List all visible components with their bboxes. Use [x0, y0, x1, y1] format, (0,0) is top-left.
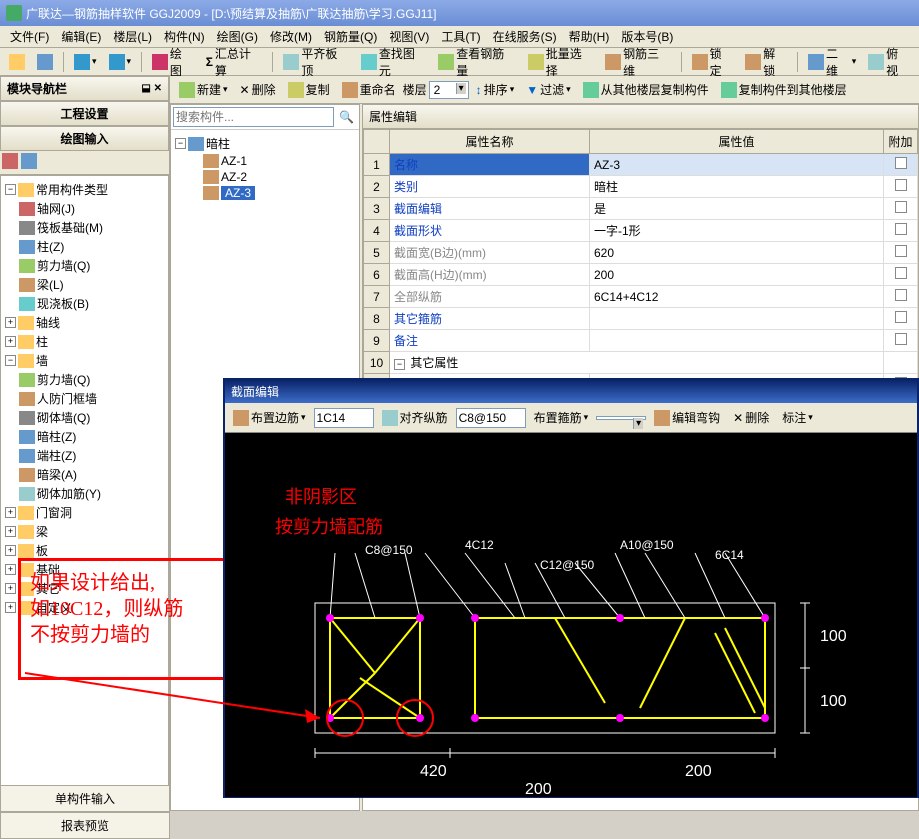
search-input[interactable]: [173, 107, 334, 127]
se-title: 截面编辑: [225, 380, 917, 403]
anno-text1: 非阴影区: [285, 483, 357, 509]
tree-col-g[interactable]: 柱: [36, 333, 48, 350]
se-hoop[interactable]: 布置箍筋▾: [529, 406, 594, 429]
se-combo[interactable]: [596, 416, 646, 420]
tb-open[interactable]: [4, 51, 30, 73]
lbl-floor: 楼层: [403, 81, 427, 98]
tab-single[interactable]: 单构件输入: [0, 785, 170, 812]
tree-raft[interactable]: 筏板基础(M): [37, 219, 103, 236]
anno-text2: 按剪力墙配筋: [275, 513, 383, 539]
col-icon[interactable]: [21, 153, 37, 169]
quick-icons: [0, 151, 169, 175]
lbl-4c12: 4C12: [465, 538, 494, 552]
wall-end-col[interactable]: 端柱(Z): [37, 447, 76, 464]
wall-shear[interactable]: 剪力墙(Q): [37, 371, 90, 388]
btn-proj[interactable]: 工程设置: [0, 101, 169, 126]
se-align[interactable]: 对齐纵筋: [377, 406, 453, 429]
pin-icon[interactable]: ⬓ ✕: [141, 83, 162, 94]
wall-hidden-beam[interactable]: 暗梁(A): [37, 466, 77, 483]
btn-draw-input[interactable]: 绘图输入: [0, 126, 169, 151]
left-panel: 模块导航栏 ⬓ ✕ 工程设置 绘图输入 − 常用构件类型 轴网(J) 筏板基础(M…: [0, 76, 170, 811]
tree-beam[interactable]: 梁(L): [37, 276, 64, 293]
wall-rebar[interactable]: 砌体加筋(Y): [37, 485, 101, 502]
tree-axis[interactable]: 轴线: [36, 314, 60, 331]
se-edge[interactable]: 布置边筋▾: [228, 406, 311, 429]
tree-shear[interactable]: 剪力墙(Q): [37, 257, 90, 274]
tree-door[interactable]: 门窗洞: [36, 504, 72, 521]
section-editor-window: 截面编辑 布置边筋▾ 对齐纵筋 布置箍筋▾ 编辑弯钩 ✕删除 标注▾: [223, 378, 919, 798]
annotation-text: 如果设计给出, 如10C12，则纵筋 不按剪力墙的: [30, 570, 183, 648]
lbl-6c14: 6C14: [715, 548, 744, 562]
se-note[interactable]: 标注▾: [777, 406, 818, 429]
se-toolbar: 布置边筋▾ 对齐纵筋 布置箍筋▾ 编辑弯钩 ✕删除 标注▾: [225, 403, 917, 433]
app-icon: [6, 5, 22, 21]
tree-wall-g[interactable]: 墙: [36, 352, 48, 369]
btn-copyfrom[interactable]: 从其他楼层复制构件: [578, 78, 714, 101]
combo-floor[interactable]: 2: [429, 81, 469, 99]
dim-200a: 200: [685, 763, 712, 781]
tree-beam2[interactable]: 梁: [36, 523, 48, 540]
tab-report[interactable]: 报表预览: [0, 812, 170, 839]
lbl-c8: C8@150: [365, 543, 413, 557]
wall-defense[interactable]: 人防门框墙: [37, 390, 97, 407]
tb-redo[interactable]: ▾: [104, 51, 137, 73]
tree-plate[interactable]: 板: [36, 542, 48, 559]
title-bar: 广联达—钢筋抽样软件 GGJ2009 - [D:\预结算及抽筋\广联达抽筋\学习…: [0, 0, 919, 26]
comp-az1[interactable]: AZ-1: [221, 154, 247, 168]
dim-100a: 100: [820, 628, 847, 646]
tree-slab[interactable]: 现浇板(B): [37, 295, 89, 312]
lbl-c12: C12@150: [540, 558, 594, 572]
btn-new[interactable]: 新建▾: [174, 78, 233, 101]
btn-copyto[interactable]: 复制构件到其他楼层: [716, 78, 852, 101]
se-del[interactable]: ✕删除: [728, 406, 774, 429]
prop-title: 属性编辑: [363, 105, 918, 129]
tree-grid[interactable]: 轴网(J): [37, 200, 75, 217]
se-val2[interactable]: [456, 408, 526, 428]
se-hook[interactable]: 编辑弯钩: [649, 406, 725, 429]
btn-del[interactable]: ✕ 删除: [235, 78, 281, 101]
tree-column[interactable]: 柱(Z): [37, 238, 64, 255]
tree-common[interactable]: 常用构件类型: [36, 181, 108, 198]
se-val1[interactable]: [314, 408, 374, 428]
prop-name[interactable]: 名称: [390, 154, 590, 176]
btn-copy[interactable]: 复制: [283, 78, 335, 101]
dim-200b: 200: [525, 781, 552, 799]
comp-az3[interactable]: AZ-3: [221, 186, 255, 200]
nav-title: 模块导航栏 ⬓ ✕: [0, 76, 169, 101]
toolbar-main: ▾ ▾ 绘图 Σ 汇总计算 平齐板顶 查找图元 查看钢筋量 批量选择 钢筋三维 …: [0, 48, 919, 76]
dim-100b: 100: [820, 693, 847, 711]
wall-masonry[interactable]: 砌体墙(Q): [37, 409, 90, 426]
btn-sort[interactable]: ↕排序▾: [471, 78, 520, 101]
dim-420: 420: [420, 763, 447, 781]
btn-rename[interactable]: 重命名: [337, 78, 401, 101]
comp-root[interactable]: 暗柱: [206, 135, 230, 152]
btn-filter[interactable]: ▼过滤▾: [521, 78, 575, 101]
wall-hidden-col[interactable]: 暗柱(Z): [37, 428, 76, 445]
grid-icon[interactable]: [2, 153, 18, 169]
comp-az2[interactable]: AZ-2: [221, 170, 247, 184]
toolbar-comp: 新建▾ ✕ 删除 复制 重命名 楼层 2 ↕排序▾ ▼过滤▾ 从其他楼层复制构件…: [170, 76, 919, 104]
section-canvas[interactable]: 非阴影区 按剪力墙配筋 C8@150 4C12 C12@150 A10@150 …: [225, 433, 917, 797]
expand-icon[interactable]: −: [5, 184, 16, 195]
window-title: 广联达—钢筋抽样软件 GGJ2009 - [D:\预结算及抽筋\广联达抽筋\学习…: [26, 5, 437, 22]
search-icon[interactable]: 🔍: [334, 107, 359, 127]
menu-edit[interactable]: 编辑(E): [55, 26, 107, 47]
menu-file[interactable]: 文件(F): [4, 26, 55, 47]
tb-save[interactable]: [32, 51, 58, 73]
component-tree: − 常用构件类型 轴网(J) 筏板基础(M) 柱(Z) 剪力墙(Q) 梁(L) 现…: [1, 176, 168, 621]
tb-undo[interactable]: ▾: [69, 51, 102, 73]
lbl-a10: A10@150: [620, 538, 674, 552]
